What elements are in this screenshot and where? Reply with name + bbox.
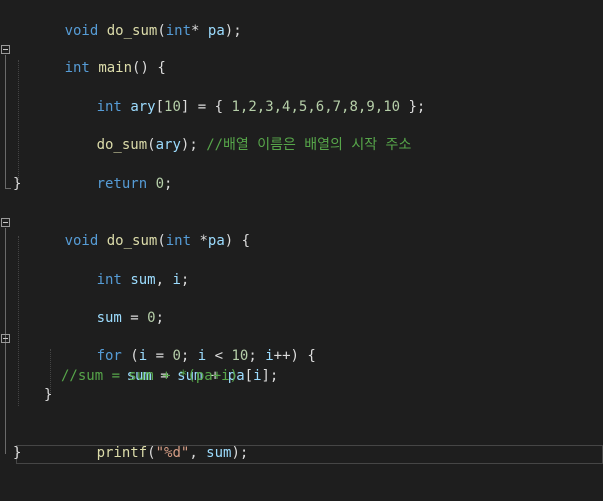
punct: , — [155, 272, 173, 288]
keyword-int: int — [96, 99, 122, 115]
punct: ( — [147, 137, 156, 153]
function-name: do_sum — [106, 23, 158, 39]
punct: * — [191, 233, 208, 249]
punct: ); — [224, 23, 242, 39]
comment: //배열 이름은 배열의 시작 주소 — [206, 137, 412, 153]
code-line-13: } — [0, 386, 603, 405]
identifier: i — [172, 272, 181, 288]
identifier: pa — [207, 23, 225, 39]
code-line-12: //sum = sum + *(pa+i) — [0, 367, 603, 386]
code-line-10: for (i = 0; i < 10; i++) { — [0, 328, 603, 364]
identifier: sum — [130, 272, 156, 288]
identifier: ary — [130, 99, 156, 115]
keyword-void: void — [64, 233, 99, 249]
punct: ; — [180, 272, 190, 288]
punct: () { — [132, 60, 166, 76]
code-line-15: } — [0, 444, 603, 463]
punct: ) { — [224, 233, 251, 249]
closing-brace: } — [44, 387, 53, 403]
code-line-5: return 0; — [0, 156, 603, 192]
code-line-11: sum = sum + pa[i]; — [0, 348, 603, 384]
code-line-7: void do_sum(int *pa) { — [0, 213, 603, 249]
number: 0 — [147, 310, 156, 326]
code-line-6: } — [0, 175, 603, 194]
punct: ] = { — [180, 99, 232, 115]
identifier: ary — [155, 137, 181, 153]
function-name: do_sum — [96, 137, 148, 153]
keyword-int: int — [165, 23, 192, 39]
closing-brace: } — [13, 176, 22, 192]
code-line-3: int ary[10] = { 1,2,3,4,5,6,7,8,9,10 }; — [0, 79, 603, 115]
punct: ; — [155, 310, 165, 326]
function-name: main — [98, 60, 133, 76]
code-line-8: int sum, i; — [0, 252, 603, 288]
punct: [ — [155, 99, 165, 115]
keyword-void: void — [64, 23, 99, 39]
function-name: do_sum — [106, 233, 158, 249]
code-line-9: sum = 0; — [0, 290, 603, 326]
code-line-1: void do_sum(int* pa); — [0, 3, 603, 39]
keyword-int: int — [165, 233, 192, 249]
identifier: pa — [207, 233, 225, 249]
number: 10 — [164, 99, 181, 115]
code-line-14: printf("%d", sum); — [0, 425, 603, 461]
code-editor[interactable]: void do_sum(int* pa); int main() { int a… — [0, 0, 603, 473]
identifier: sum — [96, 310, 122, 326]
punct: ( — [157, 23, 166, 39]
keyword-int: int — [64, 60, 90, 76]
comment: //sum = sum + *(pa+i) — [61, 368, 239, 384]
punct: ( — [157, 233, 166, 249]
punct: }; — [400, 99, 426, 115]
punct: * — [191, 23, 200, 39]
closing-brace: } — [13, 445, 22, 461]
keyword-int: int — [96, 272, 122, 288]
punct: ); — [180, 137, 207, 153]
code-line-4: do_sum(ary); //배열 이름은 배열의 시작 주소 — [0, 117, 603, 153]
punct: = — [121, 310, 148, 326]
code-line-2: int main() { — [0, 40, 603, 76]
number-list: 1,2,3,4,5,6,7,8,9,10 — [231, 99, 401, 115]
